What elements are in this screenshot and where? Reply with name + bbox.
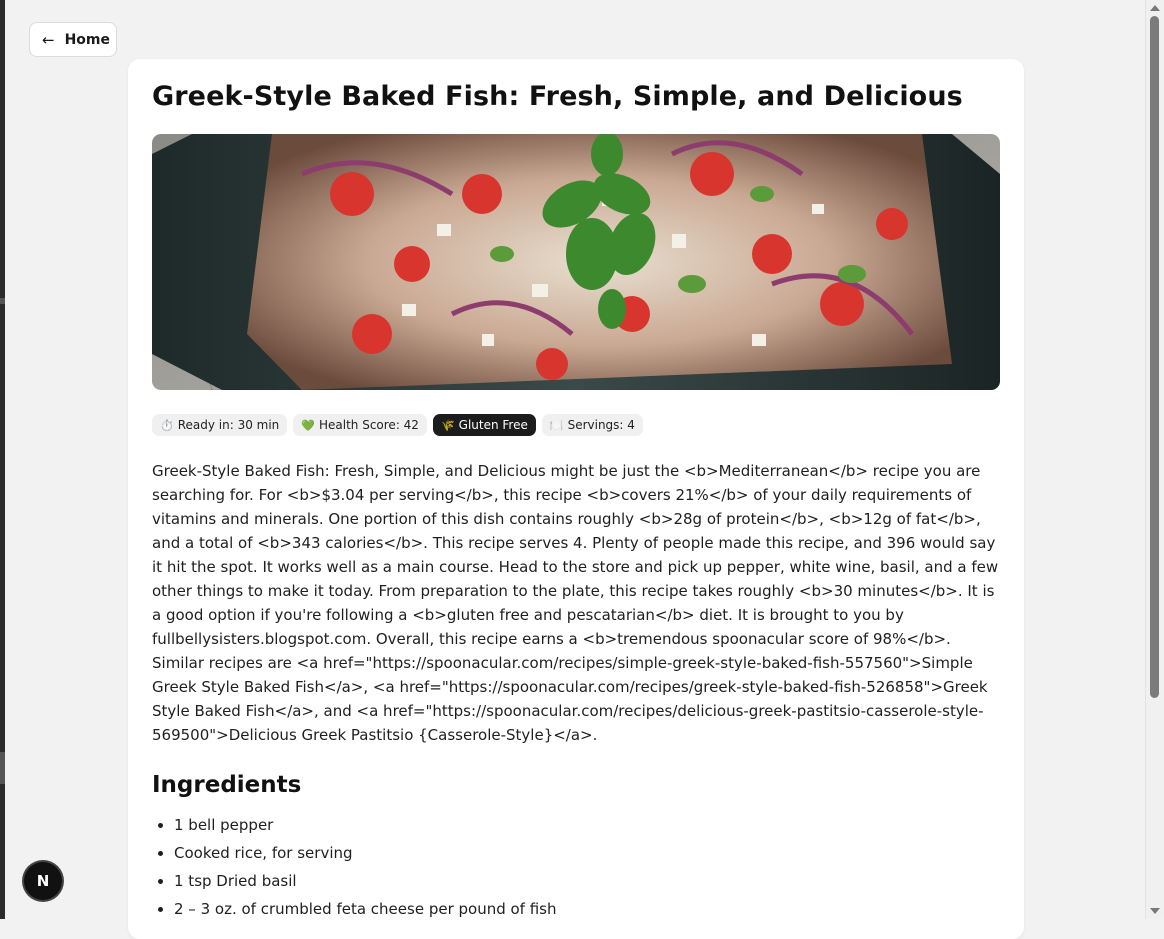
plate-icon: 🍽️ — [549, 418, 564, 432]
wheat-icon: 🌾 — [440, 418, 455, 432]
servings-badge: 🍽️ Servings: 4 — [541, 414, 643, 436]
servings-label: Servings: 4 — [567, 418, 635, 432]
timer-icon: ⏱️ — [160, 418, 174, 432]
home-button[interactable]: ← Home — [29, 22, 117, 57]
nextjs-dev-indicator[interactable]: N — [24, 862, 62, 900]
recipe-badges: ⏱️ Ready in: 30 min 💚 Health Score: 42 🌾… — [152, 414, 643, 436]
recipe-summary: Greek-Style Baked Fish: Fresh, Simple, a… — [152, 462, 999, 744]
recipe-image-art — [152, 134, 1000, 390]
page-scrollbar[interactable] — [1145, 0, 1164, 919]
ready-time-badge: ⏱️ Ready in: 30 min — [152, 414, 288, 436]
window-edge — [0, 0, 5, 919]
scroll-up-icon[interactable] — [1150, 5, 1160, 11]
gluten-free-label: Gluten Free — [458, 418, 528, 432]
list-item: 1 tsp Dried basil — [174, 867, 557, 895]
home-button-label: Home — [64, 31, 110, 48]
recipe-image — [152, 134, 1000, 390]
arrow-left-icon: ← — [42, 30, 55, 49]
heart-icon: 💚 — [301, 418, 315, 432]
scroll-down-icon[interactable] — [1150, 908, 1160, 914]
ingredients-list: 1 bell pepper Cooked rice, for serving 1… — [152, 811, 557, 923]
health-score-badge: 💚 Health Score: 42 — [293, 414, 427, 436]
recipe-card: Greek-Style Baked Fish: Fresh, Simple, a… — [128, 59, 1024, 939]
health-score-label: Health Score: 42 — [318, 418, 419, 432]
list-item: 1 bell pepper — [174, 811, 557, 839]
gluten-free-badge: 🌾 Gluten Free — [432, 414, 536, 436]
recipe-title: Greek-Style Baked Fish: Fresh, Simple, a… — [152, 81, 963, 112]
ingredients-heading: Ingredients — [152, 772, 302, 798]
nextjs-logo-icon: N — [36, 872, 50, 890]
list-item: Cooked rice, for serving — [174, 839, 557, 867]
ready-time-label: Ready in: 30 min — [177, 418, 280, 432]
scrollbar-thumb[interactable] — [1150, 16, 1159, 698]
